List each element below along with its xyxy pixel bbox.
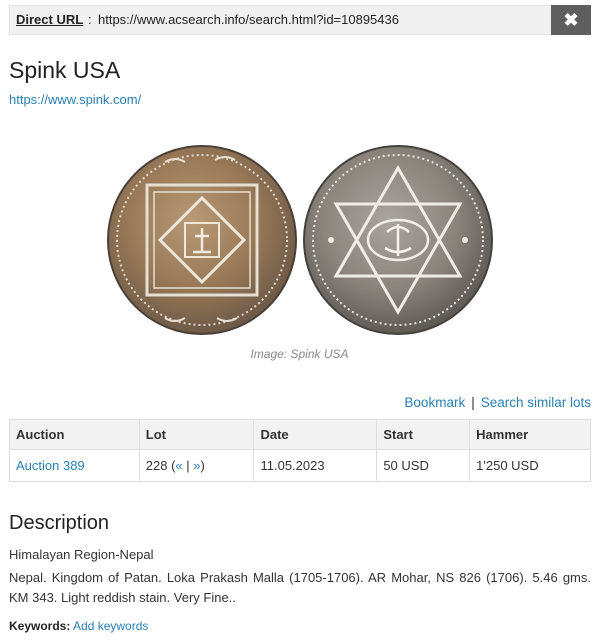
next-lot-link[interactable]: » (193, 458, 200, 473)
coin-reverse (303, 145, 493, 335)
table-row: Auction 389 228 (« | ») 11.05.2023 50 US… (9, 449, 591, 482)
bookmark-link[interactable]: Bookmark (404, 395, 465, 410)
description-text: Nepal. Kingdom of Patan. Loka Prakash Ma… (9, 570, 591, 605)
close-icon: ✖ (563, 9, 579, 30)
action-separator: | (471, 395, 475, 410)
description-region: Himalayan Region-Nepal (9, 547, 154, 562)
hammer-price-cell: 1'250 USD (469, 449, 591, 482)
coin-image (107, 145, 493, 335)
table-header-row: Auction Lot Date Start Hammer (9, 419, 591, 450)
lot-number: 228 (145, 458, 168, 473)
column-header-hammer: Hammer (469, 419, 591, 450)
close-button[interactable]: ✖ (551, 5, 591, 35)
lot-actions: Bookmark | Search similar lots (404, 395, 591, 410)
column-header-start: Start (376, 419, 471, 450)
coin-obverse (107, 145, 297, 335)
auction-cell: Auction 389 (9, 449, 140, 482)
direct-url-label: Direct URL (16, 12, 84, 27)
column-header-date: Date (253, 419, 378, 450)
add-keywords-link[interactable]: Add keywords (73, 619, 148, 633)
search-similar-lots-link[interactable]: Search similar lots (481, 395, 591, 410)
keywords-row: Keywords: Add keywords (9, 619, 148, 633)
column-header-auction: Auction (9, 419, 140, 450)
image-caption: Image: Spink USA (250, 347, 349, 361)
direct-url-bar: Direct URL: https://www.acsearch.info/se… (9, 5, 591, 35)
keywords-label: Keywords: (9, 619, 71, 633)
auction-house-website-link[interactable]: https://www.spink.com/ (9, 92, 141, 107)
description-heading: Description (9, 512, 110, 534)
lot-cell: 228 (« | ») (138, 449, 255, 482)
date-cell: 11.05.2023 (253, 449, 378, 482)
page-title: Spink USA (9, 57, 121, 83)
direct-url-colon: : (88, 12, 92, 27)
column-header-lot: Lot (138, 419, 255, 450)
lot-table: Auction Lot Date Start Hammer Auction 38… (9, 419, 591, 482)
previous-lot-link[interactable]: « (175, 458, 182, 473)
start-price-cell: 50 USD (376, 449, 471, 482)
auction-link[interactable]: Auction 389 (16, 458, 85, 473)
direct-url-value[interactable]: https://www.acsearch.info/search.html?id… (98, 12, 399, 27)
